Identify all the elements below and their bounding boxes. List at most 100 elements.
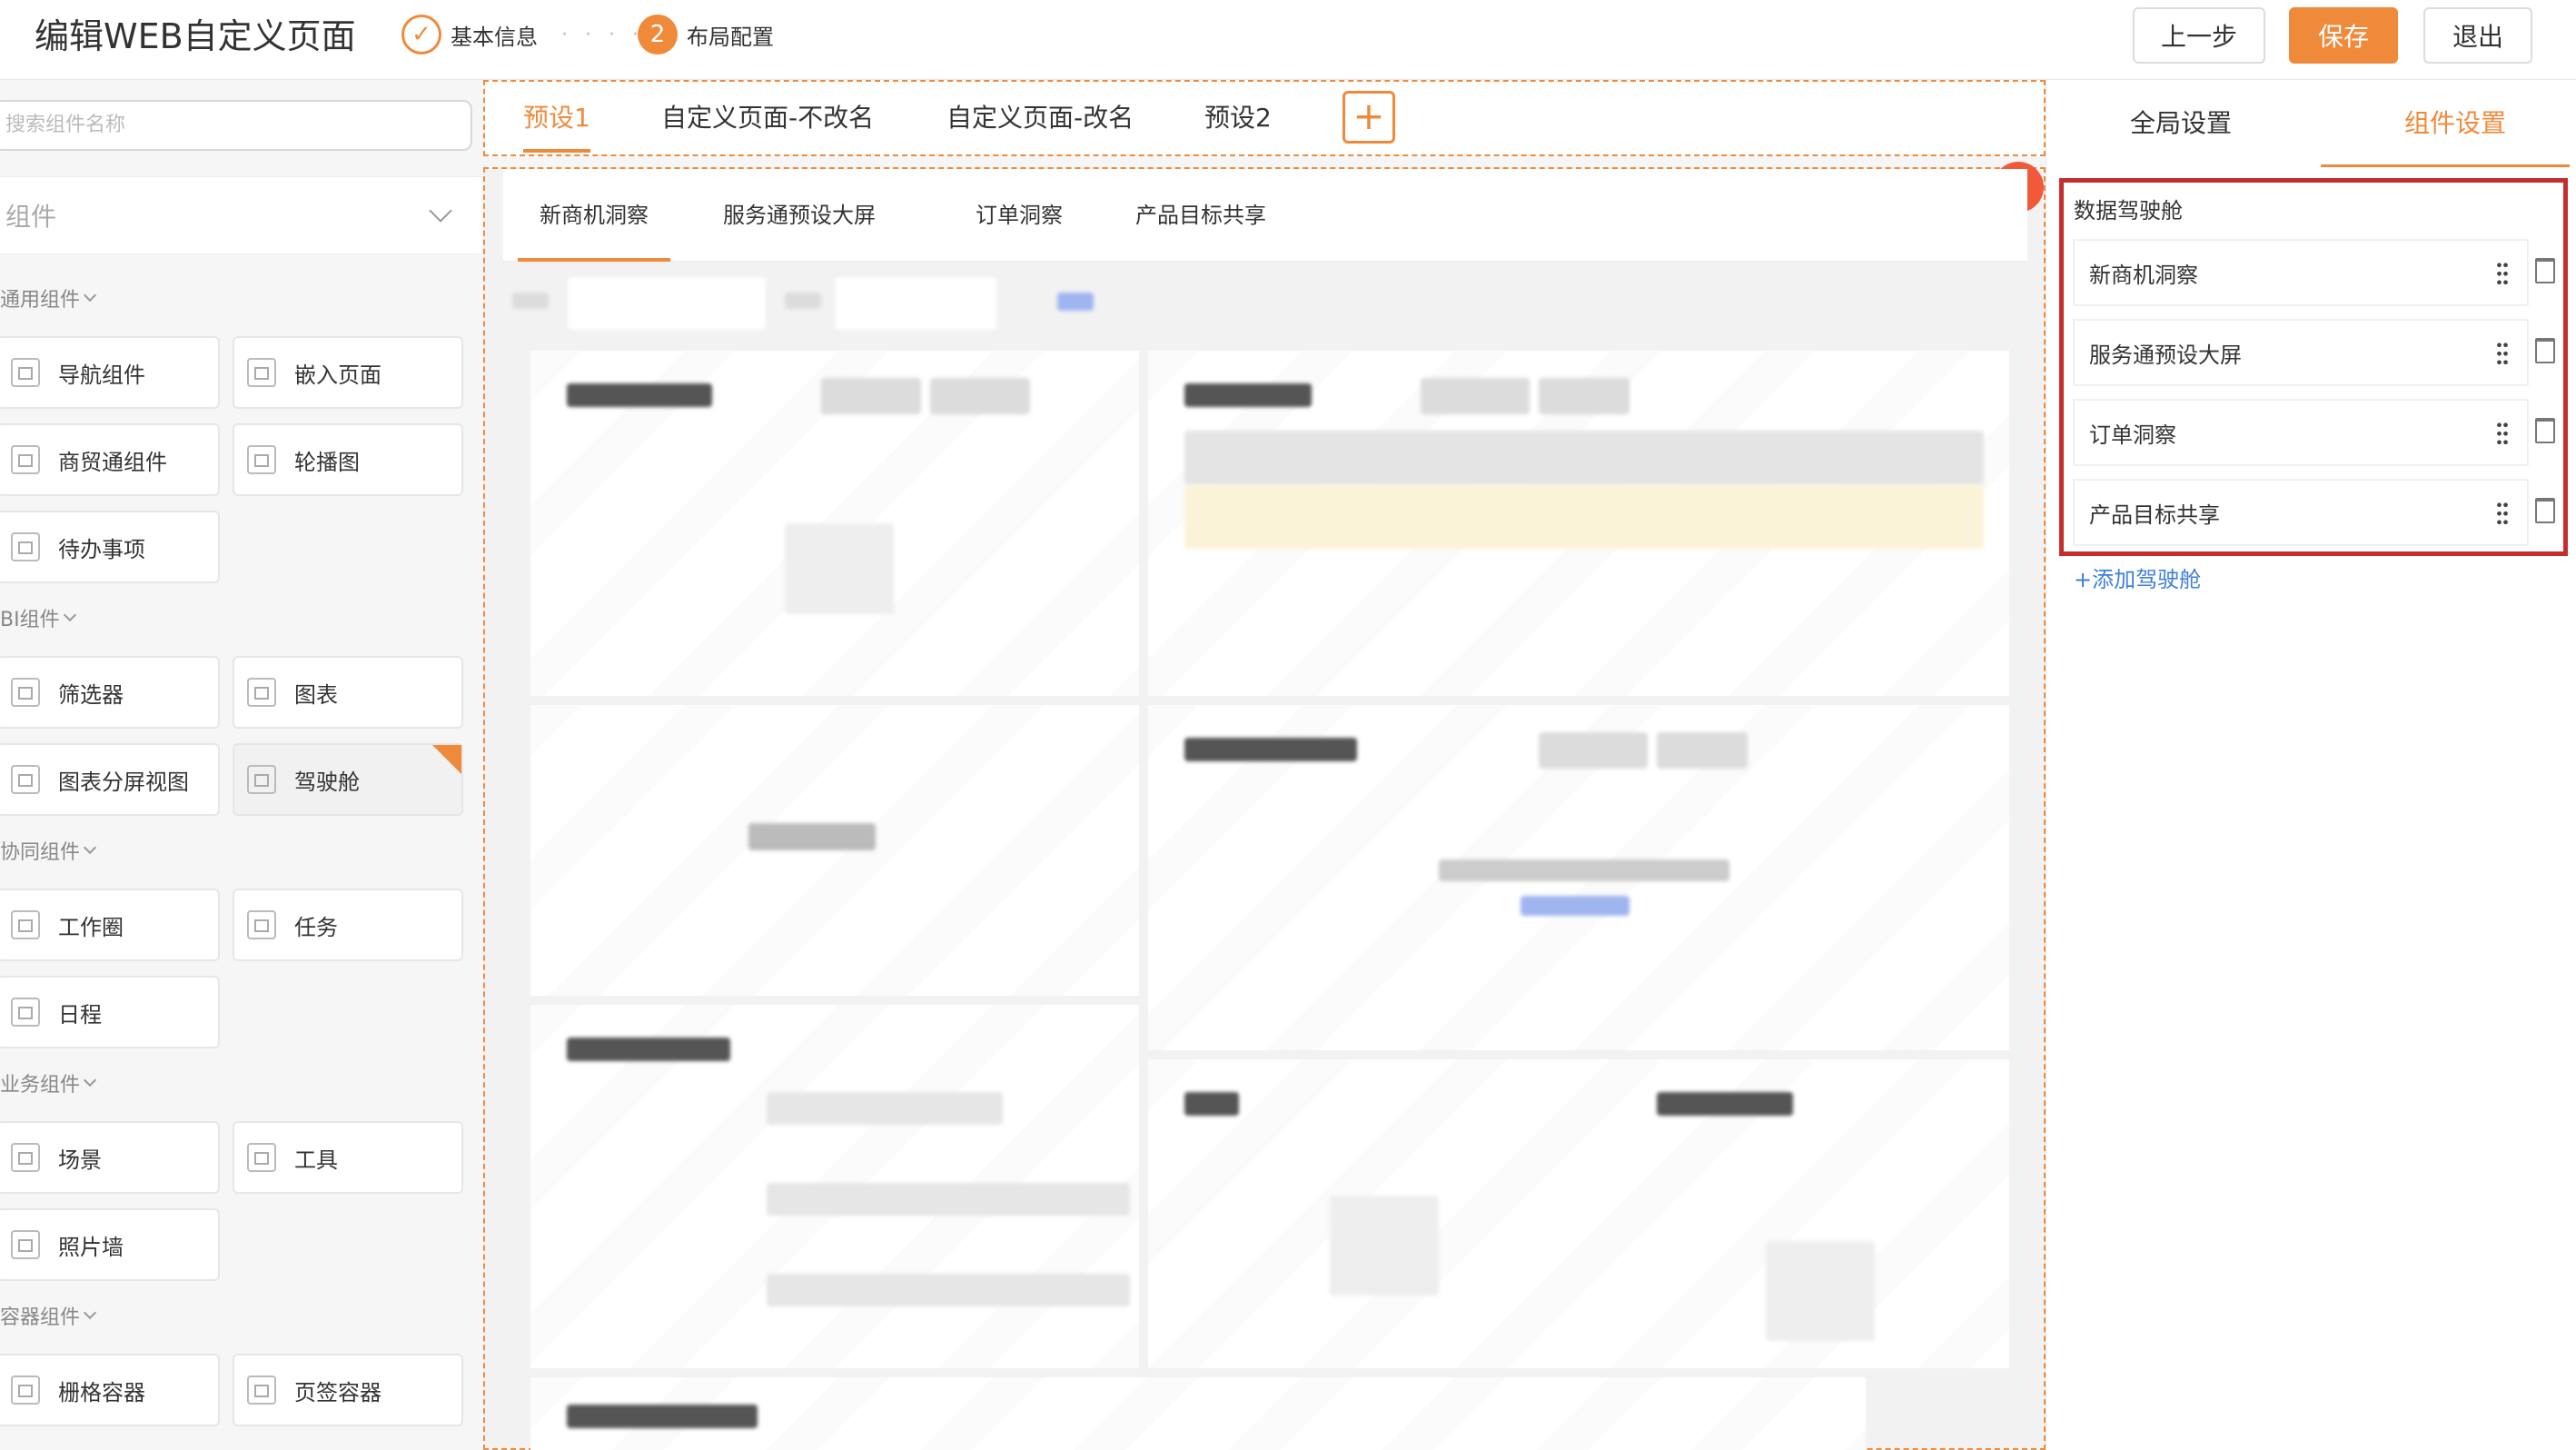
page-tab-custom-rename[interactable]: 自定义页面-改名 (946, 82, 1134, 154)
component-grid-container[interactable]: 栅格容器 (0, 1354, 220, 1426)
component-embed-page[interactable]: 嵌入页面 (233, 336, 463, 409)
header-bar: 编辑WEB自定义页面 ✓ 基本信息 · · · · 2 布局配置 上一步 保存 … (0, 0, 2576, 80)
settings-panel: 全局设置 组件设置 数据驾驶舱 新商机洞察 服务通预设大屏 订单洞察 产品目标共… (2046, 80, 2576, 1450)
tab-component-settings[interactable]: 组件设置 (2320, 80, 2571, 167)
empty-state-icon (1766, 1241, 1875, 1341)
component-label: 驾驶舱 (294, 769, 360, 795)
cockpit-card (1148, 351, 2009, 696)
drag-handle-icon[interactable] (2496, 341, 2509, 366)
group-container[interactable]: 容器组件 (0, 1301, 97, 1330)
cockpit-list-item[interactable]: 新商机洞察 (2074, 240, 2528, 305)
cockpit-list-item[interactable]: 服务通预设大屏 (2074, 320, 2528, 385)
card-chip (1421, 378, 1530, 414)
step-layout-config[interactable]: 2 布局配置 (638, 15, 774, 55)
save-button[interactable]: 保存 (2289, 7, 2398, 64)
step-basic-info[interactable]: ✓ 基本信息 (401, 15, 538, 55)
cockpit-list-item[interactable]: 产品目标共享 (2074, 480, 2528, 545)
trash-icon[interactable] (2535, 418, 2555, 443)
exit-button[interactable]: 退出 (2423, 7, 2532, 64)
component-label: 任务 (294, 914, 338, 940)
flag-icon (11, 1143, 40, 1172)
prev-step-button[interactable]: 上一步 (2133, 7, 2265, 64)
cockpit-item-label: 服务通预设大屏 (2089, 342, 2242, 368)
page-title: 编辑WEB自定义页面 (35, 16, 356, 56)
group-title: 通用组件 (0, 289, 81, 312)
progress-bar-placeholder (767, 1274, 1130, 1306)
step-label: 布局配置 (687, 24, 774, 50)
zoom-icon (247, 1143, 276, 1172)
card-title-placeholder (567, 1405, 758, 1428)
card-title-placeholder (1184, 738, 1357, 761)
card-chip (821, 378, 921, 414)
component-label: 待办事项 (58, 536, 145, 562)
add-tab-button[interactable]: + (1342, 91, 1395, 144)
component-photo-wall[interactable]: 照片墙 (0, 1208, 220, 1281)
group-general[interactable]: 通用组件 (0, 283, 97, 313)
group-bi[interactable]: BI组件 (0, 603, 76, 632)
group-title: BI组件 (0, 609, 60, 631)
group-title: 业务组件 (0, 1074, 81, 1097)
component-sidebar: 搜索组件名称 组件 通用组件 导航组件 嵌入页面 商贸通组件 轮播图 待办事项 … (0, 80, 481, 1450)
component-carousel[interactable]: 轮播图 (233, 423, 463, 496)
step-number-badge: 2 (638, 15, 678, 55)
page-tab-preset1[interactable]: 预设1 (523, 82, 590, 154)
page-tab-custom-keep[interactable]: 自定义页面-不改名 (661, 82, 874, 154)
component-schedule[interactable]: 日程 (0, 976, 220, 1048)
page-tab-preset2[interactable]: 预设2 (1204, 82, 1272, 154)
component-todo[interactable]: 待办事项 (0, 511, 220, 583)
drag-handle-icon[interactable] (2496, 261, 2509, 286)
trash-icon[interactable] (2535, 338, 2555, 363)
compass-icon (11, 910, 40, 939)
chevron-down-icon (63, 608, 76, 622)
filter-select[interactable] (834, 276, 997, 331)
group-collab[interactable]: 协同组件 (0, 836, 97, 865)
component-label: 页签容器 (294, 1379, 381, 1405)
cockpit-card (1148, 1059, 2009, 1368)
component-cockpit[interactable]: 驾驶舱 (233, 743, 463, 816)
trash-icon[interactable] (2535, 258, 2555, 283)
cockpit-tab-service-screen[interactable]: 服务通预设大屏 (723, 169, 876, 262)
trash-icon[interactable] (2535, 498, 2555, 523)
component-label: 轮播图 (294, 449, 360, 475)
filter-label-placeholder (512, 293, 549, 309)
link-placeholder (1521, 896, 1630, 916)
component-nav[interactable]: 导航组件 (0, 336, 220, 409)
component-tool[interactable]: 工具 (233, 1121, 463, 1194)
drag-handle-icon[interactable] (2496, 501, 2509, 526)
chevron-down-icon (83, 840, 97, 855)
cockpit-item-label: 新商机洞察 (2089, 262, 2198, 288)
chevron-down-icon (83, 1306, 97, 1320)
component-label: 导航组件 (58, 362, 145, 388)
cockpit-tab-order-insight[interactable]: 订单洞察 (976, 169, 1063, 262)
chevron-down-icon (429, 199, 452, 223)
component-workcircle[interactable]: 工作圈 (0, 889, 220, 961)
selected-check-icon (432, 745, 461, 774)
component-tab-container[interactable]: 页签容器 (233, 1354, 463, 1426)
add-cockpit-link[interactable]: +添加驾驶舱 (2074, 561, 2201, 593)
cockpit-card (530, 351, 1139, 696)
drag-handle-icon[interactable] (2496, 421, 2509, 446)
component-task[interactable]: 任务 (233, 889, 463, 961)
component-trade[interactable]: 商贸通组件 (0, 423, 220, 496)
cockpit-item-label: 产品目标共享 (2089, 502, 2220, 528)
cockpit-tab-new-opportunity[interactable]: 新商机洞察 (518, 169, 670, 262)
cockpit-list-item[interactable]: 订单洞察 (2074, 400, 2528, 465)
filter-select[interactable] (567, 276, 767, 331)
cockpit-component[interactable]: × 新商机洞察 服务通预设大屏 订单洞察 产品目标共享 (483, 162, 2046, 1450)
group-business[interactable]: 业务组件 (0, 1068, 97, 1097)
tab-global-settings[interactable]: 全局设置 (2130, 80, 2232, 167)
component-label: 工具 (294, 1147, 338, 1173)
component-collapse-header[interactable]: 组件 (0, 176, 481, 254)
component-chart[interactable]: 图表 (233, 656, 463, 729)
component-label: 嵌入页面 (294, 362, 381, 388)
component-filter[interactable]: 筛选器 (0, 656, 220, 729)
cockpit-tab-product-goal[interactable]: 产品目标共享 (1135, 169, 1266, 262)
calendar-icon (11, 998, 40, 1027)
component-chart-split[interactable]: 图表分屏视图 (0, 743, 220, 816)
component-label: 筛选器 (58, 681, 124, 708)
layout-canvas: 预设1 自定义页面-不改名 自定义页面-改名 预设2 + × 新商机洞察 服务通… (483, 80, 2046, 1450)
component-icon (11, 1376, 40, 1405)
component-scene[interactable]: 场景 (0, 1121, 220, 1194)
component-icon (247, 1376, 276, 1405)
search-input[interactable]: 搜索组件名称 (0, 100, 472, 151)
